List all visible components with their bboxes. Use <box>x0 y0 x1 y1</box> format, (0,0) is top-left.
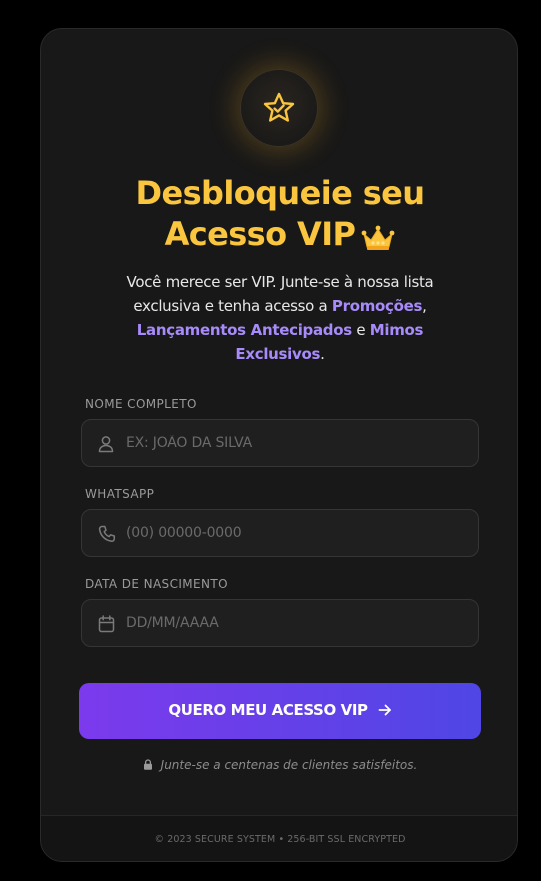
submit-button[interactable]: QUERO MEU ACESSO VIP <box>79 683 481 739</box>
birthdate-field[interactable] <box>81 599 479 647</box>
vip-badge <box>240 69 318 147</box>
title-line-1: Desbloqueie seu <box>135 174 426 212</box>
birthdate-input[interactable] <box>126 600 466 646</box>
page-title: Desbloqueie seu Acesso VIP <box>41 173 517 261</box>
whatsapp-label: WHATSAPP <box>85 487 155 501</box>
name-field[interactable] <box>81 419 479 467</box>
social-proof: Junte-se a centenas de clientes satisfei… <box>41 758 517 772</box>
description-separator: , <box>422 297 427 315</box>
name-input[interactable] <box>126 420 466 466</box>
footer-text: © 2023 SECURE SYSTEM • 256-BIT SSL ENCRY… <box>154 834 406 845</box>
highlight-lancamentos: Lançamentos Antecipados <box>136 321 352 339</box>
description-connector: e <box>351 321 370 339</box>
name-label: NOME COMPLETO <box>85 397 197 411</box>
submit-button-label: QUERO MEU ACESSO VIP <box>168 701 368 719</box>
title-line-2: Acesso VIP <box>41 214 517 261</box>
birthdate-label: DATA DE NASCIMENTO <box>85 577 228 591</box>
crown-icon <box>361 220 395 261</box>
hero-description: Você merece ser VIP. Junte-se à nossa li… <box>101 270 459 366</box>
lock-icon <box>143 758 161 772</box>
whatsapp-input[interactable] <box>126 510 466 556</box>
whatsapp-field[interactable] <box>81 509 479 557</box>
footer: © 2023 SECURE SYSTEM • 256-BIT SSL ENCRY… <box>41 815 517 861</box>
arrow-right-icon <box>378 703 392 721</box>
title-line-2-text: Acesso VIP <box>164 215 356 253</box>
description-end: . <box>320 345 325 363</box>
social-proof-text: Junte-se a centenas de clientes satisfei… <box>160 758 418 772</box>
signup-card: Desbloqueie seu Acesso VIP Você merece s… <box>40 28 518 862</box>
highlight-promocoes: Promoções <box>331 297 423 315</box>
